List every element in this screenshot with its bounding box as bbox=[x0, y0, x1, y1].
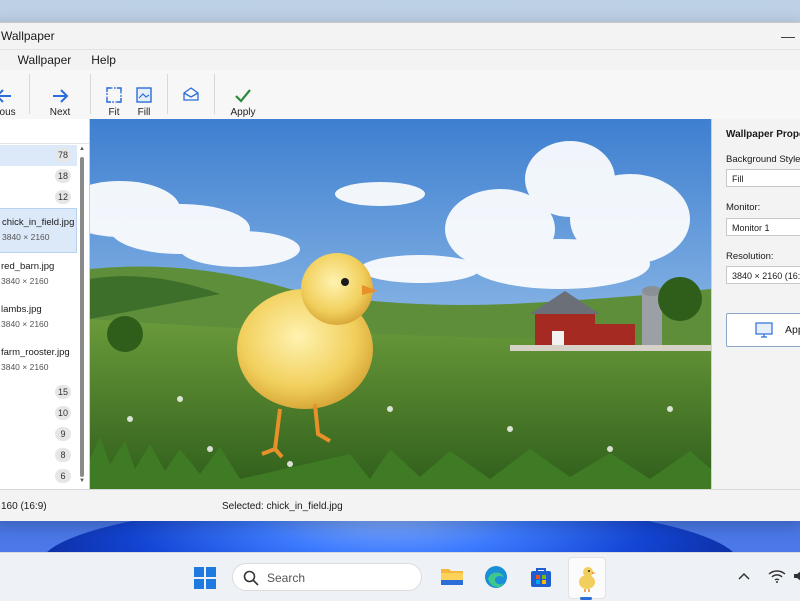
file-row-farm-rooster[interactable]: farm_rooster.jpg 3840 × 2160 bbox=[0, 339, 77, 382]
app-window: Wallpaper — w Wallpaper Help vious Next … bbox=[0, 22, 800, 521]
title-bar: Wallpaper — bbox=[0, 23, 800, 50]
fill-label: Fill bbox=[137, 107, 151, 118]
count-badge: 6 bbox=[55, 469, 71, 483]
background-style-label: Background Style: bbox=[726, 154, 800, 165]
status-resolution: 160 (16:9) bbox=[1, 501, 47, 512]
menu-bar: w Wallpaper Help bbox=[0, 50, 800, 70]
fill-button[interactable]: Fill bbox=[129, 74, 159, 118]
count-badge: 18 bbox=[55, 169, 71, 183]
menu-wallpaper[interactable]: Wallpaper bbox=[8, 53, 82, 67]
search-icon bbox=[243, 570, 259, 586]
search-placeholder: Search bbox=[267, 571, 306, 585]
arrow-left-icon bbox=[0, 89, 11, 103]
monitor-select[interactable]: Monitor 1 bbox=[726, 218, 800, 236]
status-bar: 160 (16:9) Selected: chick_in_field.jpg bbox=[0, 489, 800, 521]
toolbar-separator bbox=[29, 74, 30, 114]
apply-toolbar-button[interactable]: Apply bbox=[223, 74, 263, 118]
minimize-button[interactable]: — bbox=[773, 28, 800, 44]
envelope-open-icon bbox=[183, 87, 199, 101]
wallpaper-list: 78 18 12 chick_in_field.jpg 3840 × 2160 … bbox=[0, 145, 77, 487]
resolution-field: 3840 × 2160 (16:9 bbox=[726, 266, 800, 284]
wifi-icon[interactable] bbox=[768, 569, 786, 583]
wallpaper-list-panel: 78 18 12 chick_in_field.jpg 3840 × 2160 … bbox=[0, 119, 90, 489]
file-resolution: 3840 × 2160 bbox=[1, 319, 49, 329]
category-row[interactable]: 18 bbox=[0, 166, 77, 187]
file-row-lambs[interactable]: lambs.jpg 3840 × 2160 bbox=[0, 296, 77, 339]
status-selected: Selected: chick_in_field.jpg bbox=[222, 501, 343, 512]
chevron-up-icon[interactable] bbox=[738, 571, 750, 581]
toolbar-separator bbox=[167, 74, 168, 114]
category-row[interactable]: 12 bbox=[0, 187, 77, 208]
apply-button-label: App bbox=[785, 324, 800, 336]
volume-icon[interactable] bbox=[794, 570, 800, 582]
category-row[interactable]: 6 bbox=[0, 466, 77, 487]
category-row[interactable]: 9 bbox=[0, 424, 77, 445]
count-badge: 9 bbox=[55, 427, 71, 441]
wallpaper-app-taskbar-button[interactable] bbox=[568, 557, 606, 599]
windows-start-icon[interactable] bbox=[194, 567, 216, 589]
file-name: lambs.jpg bbox=[1, 304, 42, 315]
fill-icon bbox=[136, 87, 152, 103]
file-resolution: 3840 × 2160 bbox=[1, 362, 49, 372]
fit-button[interactable]: Fit bbox=[99, 74, 129, 118]
background-style-select[interactable]: Fill bbox=[726, 169, 800, 187]
category-row[interactable]: 78 bbox=[0, 145, 77, 166]
count-badge: 10 bbox=[55, 406, 71, 420]
list-scrollbar[interactable]: ▲ ▼ bbox=[79, 145, 85, 485]
taskbar-search-box[interactable]: Search bbox=[232, 563, 422, 591]
properties-panel: Wallpaper Prope Background Style: Fill M… bbox=[711, 119, 800, 489]
count-badge: 78 bbox=[55, 148, 71, 162]
store-icon[interactable] bbox=[529, 565, 553, 589]
scroll-thumb[interactable] bbox=[80, 157, 84, 477]
edge-browser-icon[interactable] bbox=[484, 565, 508, 589]
category-row[interactable]: 10 bbox=[0, 403, 77, 424]
chick-app-icon bbox=[579, 567, 596, 592]
toolbar-separator bbox=[214, 74, 215, 114]
checkmark-icon bbox=[235, 89, 251, 103]
scroll-down-arrow-icon[interactable]: ▼ bbox=[79, 477, 85, 485]
apply-label: Apply bbox=[230, 107, 256, 118]
main-content: 78 18 12 chick_in_field.jpg 3840 × 2160 … bbox=[0, 119, 800, 489]
apply-wallpaper-button[interactable]: App bbox=[726, 313, 800, 347]
previous-button[interactable]: vious bbox=[0, 74, 21, 118]
next-label: Next bbox=[49, 107, 71, 118]
monitor-label: Monitor: bbox=[726, 202, 761, 213]
scroll-up-arrow-icon[interactable]: ▲ bbox=[79, 145, 85, 153]
window-title: Wallpaper bbox=[1, 29, 55, 43]
category-row[interactable]: 15 bbox=[0, 382, 77, 403]
file-row-chick-in-field[interactable]: chick_in_field.jpg 3840 × 2160 bbox=[0, 208, 77, 253]
file-name: farm_rooster.jpg bbox=[1, 347, 70, 358]
toolbar: vious Next Fit Fill Apply bbox=[0, 70, 800, 121]
list-header bbox=[0, 119, 89, 144]
properties-title: Wallpaper Prope bbox=[726, 129, 800, 140]
count-badge: 12 bbox=[55, 190, 71, 204]
previous-label: vious bbox=[0, 107, 16, 118]
category-row[interactable]: 8 bbox=[0, 445, 77, 466]
wallpaper-preview bbox=[90, 119, 711, 489]
file-name: chick_in_field.jpg bbox=[2, 217, 75, 228]
resolution-label: Resolution: bbox=[726, 251, 774, 262]
file-resolution: 3840 × 2160 bbox=[2, 232, 50, 242]
count-badge: 8 bbox=[55, 448, 71, 462]
file-row-red-barn[interactable]: red_barn.jpg 3840 × 2160 bbox=[0, 253, 77, 296]
file-resolution: 3840 × 2160 bbox=[1, 276, 49, 286]
menu-view[interactable]: w bbox=[0, 53, 8, 67]
file-name: red_barn.jpg bbox=[1, 261, 55, 272]
fit-label: Fit bbox=[108, 107, 120, 118]
set-lockscreen-button[interactable] bbox=[176, 74, 206, 118]
count-badge: 15 bbox=[55, 385, 71, 399]
preview-image bbox=[90, 119, 711, 489]
file-explorer-icon[interactable] bbox=[440, 565, 464, 587]
monitor-icon bbox=[755, 322, 773, 338]
fit-icon bbox=[106, 87, 122, 103]
arrow-right-icon bbox=[53, 89, 69, 103]
toolbar-separator bbox=[90, 74, 91, 114]
taskbar: Search bbox=[0, 552, 800, 601]
menu-help[interactable]: Help bbox=[81, 53, 126, 67]
next-button[interactable]: Next bbox=[38, 74, 82, 118]
